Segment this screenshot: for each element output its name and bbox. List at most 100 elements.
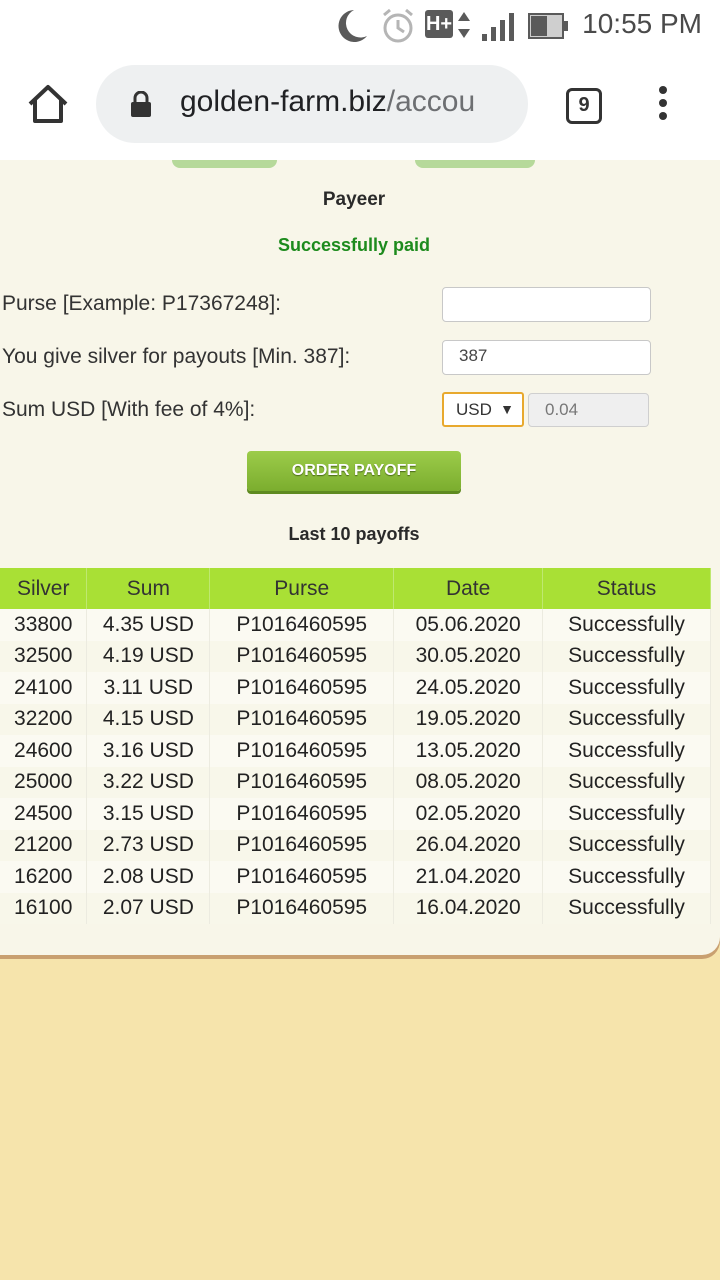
cell-silver: 25000	[0, 766, 88, 798]
table-header-row: Silver Sum Purse Date Status	[0, 568, 711, 609]
silver-label: You give silver for payouts [Min. 387]:	[2, 345, 351, 368]
more-menu-icon[interactable]	[655, 86, 671, 126]
url-path: /accou	[386, 85, 476, 118]
cell-silver: 24600	[0, 735, 88, 767]
column-header-date: Date	[393, 568, 544, 609]
success-message: Successfully paid	[277, 235, 431, 255]
cell-silver: 24100	[0, 672, 88, 704]
cell-sum: 2.07 USD	[86, 892, 211, 924]
address-bar[interactable]: golden-farm.biz/accou	[96, 65, 528, 143]
purse-input[interactable]	[442, 287, 651, 322]
leaf-decoration-right	[415, 160, 535, 168]
cell-sum: 3.15 USD	[86, 798, 211, 830]
table-row: 24100 3.11 USD P1016460595 24.05.2020 Su…	[0, 672, 711, 704]
url-text: golden-farm.biz/accou	[180, 85, 475, 119]
cell-silver: 32500	[0, 640, 88, 672]
cell-status: Successfully	[542, 609, 711, 641]
cell-date: 30.05.2020	[393, 640, 544, 672]
alarm-icon	[383, 8, 413, 43]
currency-selected: USD	[456, 400, 492, 419]
cell-sum: 4.15 USD	[86, 703, 211, 735]
table-row: 21200 2.73 USD P1016460595 26.04.2020 Su…	[0, 829, 711, 861]
cell-date: 16.04.2020	[393, 892, 544, 924]
url-domain: golden-farm.biz	[180, 85, 387, 118]
clock: 10:55 PM	[582, 8, 702, 39]
cell-status: Successfully	[542, 829, 711, 861]
cell-date: 08.05.2020	[393, 766, 544, 798]
payment-method-title: Payeer	[322, 189, 386, 210]
moon-icon	[338, 10, 367, 42]
cell-purse: P1016460595	[209, 798, 395, 830]
signal-icon	[482, 13, 514, 41]
browser-toolbar: golden-farm.biz/accou 9	[0, 52, 720, 160]
cell-date: 19.05.2020	[393, 703, 544, 735]
cell-purse: P1016460595	[209, 735, 395, 767]
cell-date: 13.05.2020	[393, 735, 544, 767]
battery-icon	[528, 13, 568, 39]
table-row: 24600 3.16 USD P1016460595 13.05.2020 Su…	[0, 735, 711, 767]
cell-date: 05.06.2020	[393, 609, 544, 641]
cell-purse: P1016460595	[209, 672, 395, 704]
cell-status: Successfully	[542, 798, 711, 830]
cell-status: Successfully	[542, 735, 711, 767]
network-type-icon: H+	[425, 10, 453, 38]
cell-status: Successfully	[542, 672, 711, 704]
currency-select[interactable]: USD ▼	[442, 392, 524, 427]
cell-status: Successfully	[542, 892, 711, 924]
table-row: 32500 4.19 USD P1016460595 30.05.2020 Su…	[0, 640, 711, 672]
cell-silver: 32200	[0, 703, 88, 735]
order-payoff-button[interactable]: ORDER PAYOFF	[247, 451, 461, 491]
table-row: 33800 4.35 USD P1016460595 05.06.2020 Su…	[0, 609, 711, 641]
cell-silver: 21200	[0, 829, 88, 861]
cell-date: 24.05.2020	[393, 672, 544, 704]
cell-sum: 2.73 USD	[86, 829, 211, 861]
lock-icon	[131, 91, 151, 117]
cell-sum: 2.08 USD	[86, 861, 211, 893]
network-arrows-icon	[458, 12, 470, 38]
table-row: 25000 3.22 USD P1016460595 08.05.2020 Su…	[0, 766, 711, 798]
cell-date: 21.04.2020	[393, 861, 544, 893]
tabs-icon[interactable]: 9	[566, 88, 602, 124]
cell-status: Successfully	[542, 640, 711, 672]
cell-purse: P1016460595	[209, 766, 395, 798]
cell-purse: P1016460595	[209, 640, 395, 672]
payout-card: Payeer Successfully paid Purse [Example:…	[0, 160, 720, 955]
sum-usd-field: 0.04	[528, 393, 649, 427]
cell-sum: 4.19 USD	[86, 640, 211, 672]
cell-sum: 4.35 USD	[86, 609, 211, 641]
cell-status: Successfully	[542, 703, 711, 735]
cell-sum: 3.11 USD	[86, 672, 211, 704]
cell-purse: P1016460595	[209, 703, 395, 735]
cell-silver: 33800	[0, 609, 88, 641]
cell-sum: 3.16 USD	[86, 735, 211, 767]
cell-status: Successfully	[542, 861, 711, 893]
cell-date: 26.04.2020	[393, 829, 544, 861]
cell-status: Successfully	[542, 766, 711, 798]
table-row: 24500 3.15 USD P1016460595 02.05.2020 Su…	[0, 798, 711, 830]
table-row: 16100 2.07 USD P1016460595 16.04.2020 Su…	[0, 892, 711, 924]
silver-input[interactable]: 387	[442, 340, 651, 375]
tab-count: 9	[578, 94, 590, 116]
home-icon[interactable]	[26, 82, 70, 126]
table-row: 16200 2.08 USD P1016460595 21.04.2020 Su…	[0, 861, 711, 893]
table-row: 32200 4.15 USD P1016460595 19.05.2020 Su…	[0, 703, 711, 735]
cell-date: 02.05.2020	[393, 798, 544, 830]
payoffs-title: Last 10 payoffs	[288, 524, 420, 544]
column-header-status: Status	[542, 568, 711, 609]
cell-purse: P1016460595	[209, 892, 395, 924]
cell-silver: 16200	[0, 861, 88, 893]
column-header-purse: Purse	[209, 568, 395, 609]
column-header-silver: Silver	[0, 568, 88, 609]
cell-silver: 16100	[0, 892, 88, 924]
payoffs-table: Silver Sum Purse Date Status 33800 4.35 …	[0, 568, 711, 924]
purse-label: Purse [Example: P17367248]:	[2, 292, 282, 315]
cell-purse: P1016460595	[209, 609, 395, 641]
column-header-sum: Sum	[86, 568, 211, 609]
cell-sum: 3.22 USD	[86, 766, 211, 798]
cell-silver: 24500	[0, 798, 88, 830]
cell-purse: P1016460595	[209, 829, 395, 861]
chevron-down-icon: ▼	[500, 401, 514, 417]
status-bar: H+ 10:55 PM	[0, 0, 720, 52]
leaf-decoration-left	[172, 160, 277, 168]
sum-label: Sum USD [With fee of 4%]:	[2, 398, 256, 421]
